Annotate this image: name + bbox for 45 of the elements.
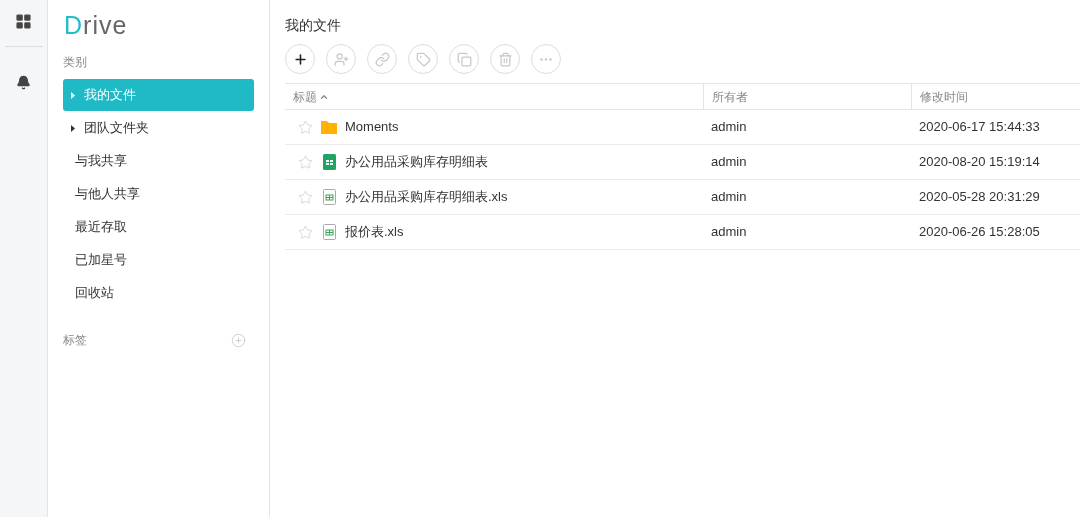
sidebar-item[interactable]: 最近存取 [63,211,254,243]
plus-icon [292,51,308,67]
add-user-icon [333,51,349,67]
table-cell: 2020-06-17 15:44:33 [919,119,1040,135]
sidebar-item[interactable]: 与他人共享 [63,178,254,210]
table-cell: 2020-06-26 15:28:05 [919,224,1040,240]
table-cell: admin [711,154,747,170]
add-tag-icon[interactable] [231,332,246,348]
link-icon [374,51,390,67]
page-title: 我的文件 [285,16,342,35]
column-header[interactable]: 所有者 [712,87,748,106]
column-header[interactable]: 标题 [293,87,329,106]
section-label: 标签 [63,332,87,349]
spreadsheet-icon [322,154,336,170]
spreadsheet-icon [322,224,336,240]
column-header[interactable]: 修改时间 [920,87,968,106]
sidebar-item[interactable]: 回收站 [63,277,254,309]
folder-icon [321,120,337,134]
file-name[interactable]: 办公用品采购库存明细表 [345,152,488,172]
star-icon[interactable] [298,119,313,135]
file-name[interactable]: 报价表.xls [345,222,404,242]
table-cell: admin [711,224,747,240]
sidebar-item[interactable]: 已加星号 [63,244,254,276]
table-cell: 2020-05-28 20:31:29 [919,189,1040,205]
apps-icon[interactable] [15,13,32,30]
table-cell: admin [711,119,747,135]
file-name[interactable]: Moments [345,117,399,137]
notification-icon[interactable] [16,75,31,90]
star-icon[interactable] [298,224,313,240]
star-icon[interactable] [298,154,313,170]
tag-icon [415,51,431,67]
star-icon[interactable] [298,189,313,205]
trash-icon [497,51,513,67]
section-label: 类别 [63,54,88,71]
spreadsheet-icon [322,189,336,205]
copy-icon [456,51,472,67]
caret-icon [71,91,75,99]
sidebar-item[interactable]: 与我共享 [63,145,254,177]
drive-logo: Drive [64,10,129,41]
sidebar-item[interactable]: 团队文件夹 [63,112,254,144]
table-cell: admin [711,189,747,205]
caret-icon [71,124,75,132]
more-icon [540,57,552,61]
file-name[interactable]: 办公用品采购库存明细表.xls [345,187,508,207]
table-cell: 2020-08-20 15:19:14 [919,154,1040,170]
